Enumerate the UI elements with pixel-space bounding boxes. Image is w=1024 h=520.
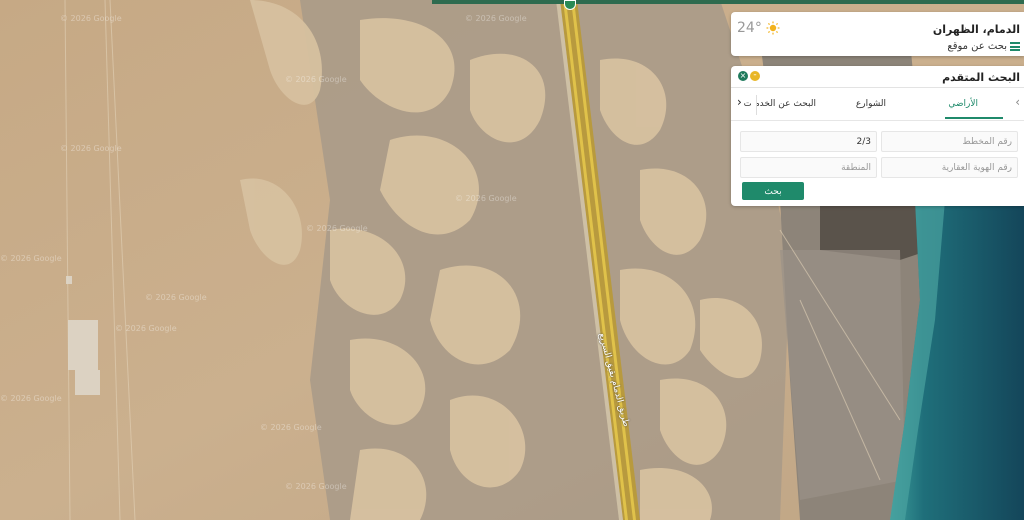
map-watermark: © 2026 Google: [0, 254, 62, 263]
map-watermark: © 2026 Google: [60, 144, 122, 153]
panel-header: البحث المتقدم × -: [731, 66, 1024, 88]
panel-title: البحث المتقدم: [942, 71, 1020, 84]
deed-id-input[interactable]: [881, 157, 1018, 178]
map-watermark: © 2026 Google: [285, 482, 347, 491]
menu-icon: [1010, 42, 1020, 51]
minimize-icon[interactable]: -: [750, 71, 760, 81]
location-search-link[interactable]: بحث عن موقع: [947, 41, 1020, 52]
tabs-divider: [731, 120, 1024, 121]
close-icon[interactable]: ×: [738, 71, 748, 81]
map-watermark: © 2026 Google: [260, 423, 322, 432]
tab-divider: [756, 95, 757, 115]
map-watermark: © 2026 Google: [306, 224, 368, 233]
sun-icon: [766, 21, 780, 35]
plan-value-input[interactable]: [740, 131, 877, 152]
map-watermark: © 2026 Google: [465, 14, 527, 23]
search-button[interactable]: بحث: [742, 182, 804, 200]
search-tabs: ‹ الأراضي الشوارع البحث عن الخدمات ›: [731, 92, 1024, 120]
chevron-right-icon[interactable]: ‹: [1015, 95, 1020, 109]
map-watermark: © 2026 Google: [60, 14, 122, 23]
chevron-left-icon[interactable]: ›: [737, 95, 742, 109]
map-watermark: © 2026 Google: [285, 75, 347, 84]
location-card: الدمام، الظهران بحث عن موقع 24°: [731, 12, 1024, 56]
weather-widget: 24°: [737, 20, 780, 36]
map-watermark: © 2026 Google: [0, 394, 62, 403]
advanced-search-panel: البحث المتقدم × - ‹ الأراضي الشوارع البح…: [731, 66, 1024, 206]
region-input[interactable]: [740, 157, 877, 178]
tab-lands[interactable]: الأراضي: [948, 99, 978, 109]
map-top-bar: [432, 0, 1024, 4]
location-search-label: بحث عن موقع: [947, 41, 1007, 52]
location-title: الدمام، الظهران: [932, 23, 1020, 36]
map-watermark: © 2026 Google: [455, 194, 517, 203]
tab-streets[interactable]: الشوارع: [856, 99, 886, 109]
map-watermark: © 2026 Google: [145, 293, 207, 302]
temperature: 24°: [737, 20, 762, 36]
active-tab-indicator: [945, 117, 1003, 119]
plan-number-input[interactable]: [881, 131, 1018, 152]
map-watermark: © 2026 Google: [115, 324, 177, 333]
